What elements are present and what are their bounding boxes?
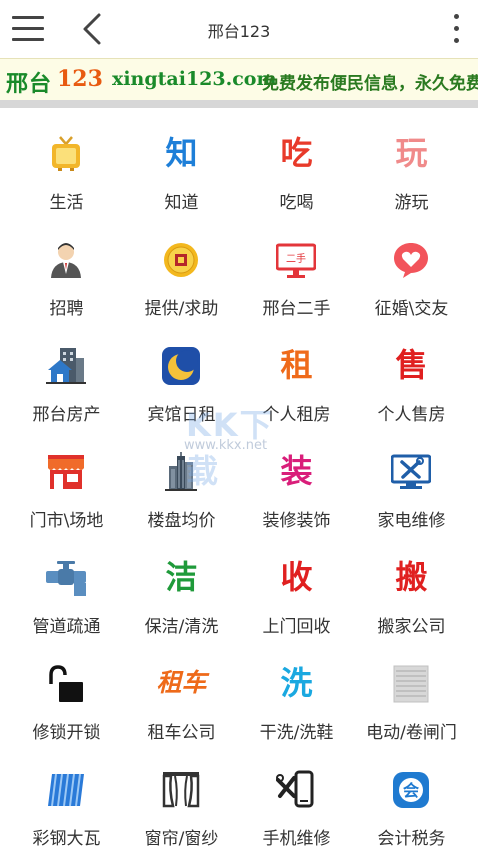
zhi-text-icon: 知 xyxy=(165,134,198,172)
category-label: 搬家公司 xyxy=(377,617,446,637)
category-item[interactable]: 二手 邢台二手 xyxy=(237,214,356,320)
category-item[interactable]: 窗帘/窗纱 xyxy=(122,744,241,850)
category-label: 邢台房产 xyxy=(32,405,101,425)
category-label: 电动/卷闸门 xyxy=(366,723,457,743)
category-item[interactable]: 搬 搬家公司 xyxy=(352,532,471,638)
zuche-text-icon: 租车 xyxy=(156,668,207,697)
site-banner[interactable]: 邢台 123 xingtai123.com 免费发布便民信息，永久免费！ xyxy=(0,58,478,100)
shutter-door-icon xyxy=(391,664,431,704)
category-label: 装修装饰 xyxy=(262,511,331,531)
category-label: 会计税务 xyxy=(377,829,446,849)
category-label: 知道 xyxy=(164,193,199,213)
divider xyxy=(0,100,478,108)
category-label: 保洁/清洗 xyxy=(144,617,219,637)
category-item[interactable]: 宾馆日租 xyxy=(122,320,241,426)
category-label: 征婚\交友 xyxy=(374,299,449,319)
category-label: 门市\场地 xyxy=(29,511,104,531)
category-item[interactable]: 知 知道 xyxy=(122,108,241,214)
zhuang-text-icon: 装 xyxy=(280,452,313,490)
category-item[interactable]: 家电维修 xyxy=(352,426,471,532)
zu-text-icon: 租 xyxy=(280,346,313,384)
category-item[interactable]: 门市\场地 xyxy=(7,426,126,532)
category-label: 管道疏通 xyxy=(32,617,101,637)
tv-icon xyxy=(46,134,86,174)
skyscraper-icon xyxy=(161,452,201,492)
padlock-icon xyxy=(46,664,86,704)
category-item[interactable]: 装 装修装饰 xyxy=(237,426,356,532)
category-item[interactable]: 收 上门回收 xyxy=(237,532,356,638)
category-item[interactable]: 提供/求助 xyxy=(122,214,241,320)
tools-monitor-icon xyxy=(391,452,431,492)
coin-icon xyxy=(161,240,201,280)
category-label: 窗帘/窗纱 xyxy=(144,829,219,849)
person-icon xyxy=(46,240,86,280)
category-item[interactable]: 售 个人售房 xyxy=(352,320,471,426)
banner-slogan: 免费发布便民信息，永久免费！ xyxy=(262,74,478,94)
category-label: 修锁开锁 xyxy=(32,723,101,743)
category-label: 吃喝 xyxy=(279,193,314,213)
category-item[interactable]: 楼盘均价 xyxy=(122,426,241,532)
category-item[interactable]: 招聘 xyxy=(7,214,126,320)
more-options-button[interactable] xyxy=(452,14,460,44)
page-title: 邢台123 xyxy=(207,22,271,41)
category-item[interactable]: 玩 游玩 xyxy=(352,108,471,214)
category-item[interactable]: 邢台房产 xyxy=(7,320,126,426)
accounting-badge-text: 会 xyxy=(403,781,419,800)
banner-site-name: 邢台 xyxy=(6,71,53,97)
moon-icon xyxy=(161,346,201,386)
category-label: 宾馆日租 xyxy=(147,405,216,425)
more-vertical-icon xyxy=(454,14,459,19)
category-label: 手机维修 xyxy=(262,829,331,849)
storefront-icon xyxy=(46,452,86,492)
category-label: 家电维修 xyxy=(377,511,446,531)
curtain-icon xyxy=(161,770,201,810)
category-label: 个人租房 xyxy=(262,405,331,425)
jie-text-icon: 洁 xyxy=(165,558,198,596)
category-label: 租车公司 xyxy=(147,723,216,743)
category-label: 邢台二手 xyxy=(262,299,331,319)
top-bar: 邢台123 xyxy=(0,0,478,58)
category-label: 生活 xyxy=(49,193,84,213)
category-label: 招聘 xyxy=(49,299,84,319)
category-item[interactable]: 修锁开锁 xyxy=(7,638,126,744)
monitor-text: 二手 xyxy=(286,252,306,265)
category-item[interactable]: 洗 干洗/洗鞋 xyxy=(237,638,356,744)
category-item[interactable]: 吃 吃喝 xyxy=(237,108,356,214)
monitor-icon: 二手 xyxy=(276,240,316,280)
ban-text-icon: 搬 xyxy=(395,558,428,596)
wan-text-icon: 玩 xyxy=(395,134,428,172)
xi-text-icon: 洗 xyxy=(280,664,313,702)
category-item[interactable]: 洁 保洁/清洗 xyxy=(122,532,241,638)
heart-chat-icon xyxy=(391,240,431,280)
category-item[interactable]: 管道疏通 xyxy=(7,532,126,638)
steel-roof-icon xyxy=(46,770,86,810)
category-item[interactable]: 手机维修 xyxy=(237,744,356,850)
chi-text-icon: 吃 xyxy=(280,134,313,172)
category-label: 游玩 xyxy=(394,193,429,213)
category-item[interactable]: 生活 xyxy=(7,108,126,214)
category-item[interactable]: 彩钢大瓦 xyxy=(7,744,126,850)
category-label: 提供/求助 xyxy=(144,299,219,319)
more-vertical-icon-dot xyxy=(454,38,459,43)
category-label: 干洗/洗鞋 xyxy=(259,723,334,743)
pipe-valve-icon xyxy=(46,558,86,598)
shou-text-icon: 售 xyxy=(395,346,428,384)
more-vertical-icon-dot xyxy=(454,26,459,31)
category-item[interactable]: 租车 租车公司 xyxy=(122,638,241,744)
category-label: 个人售房 xyxy=(377,405,446,425)
category-item[interactable]: 征婚\交友 xyxy=(352,214,471,320)
banner-site-number: 123 xyxy=(57,66,103,92)
category-label: 楼盘均价 xyxy=(147,511,216,531)
category-item[interactable]: 会 会计税务 xyxy=(352,744,471,850)
category-label: 上门回收 xyxy=(262,617,331,637)
banner-domain: xingtai123.com xyxy=(112,68,277,90)
category-item[interactable]: 租 个人租房 xyxy=(237,320,356,426)
category-item[interactable]: 电动/卷闸门 xyxy=(352,638,471,744)
accounting-icon: 会 xyxy=(391,770,431,810)
category-label: 彩钢大瓦 xyxy=(32,829,101,849)
building-house-icon xyxy=(46,346,86,386)
phone-tools-icon xyxy=(276,770,316,810)
shou2-text-icon: 收 xyxy=(280,558,313,596)
